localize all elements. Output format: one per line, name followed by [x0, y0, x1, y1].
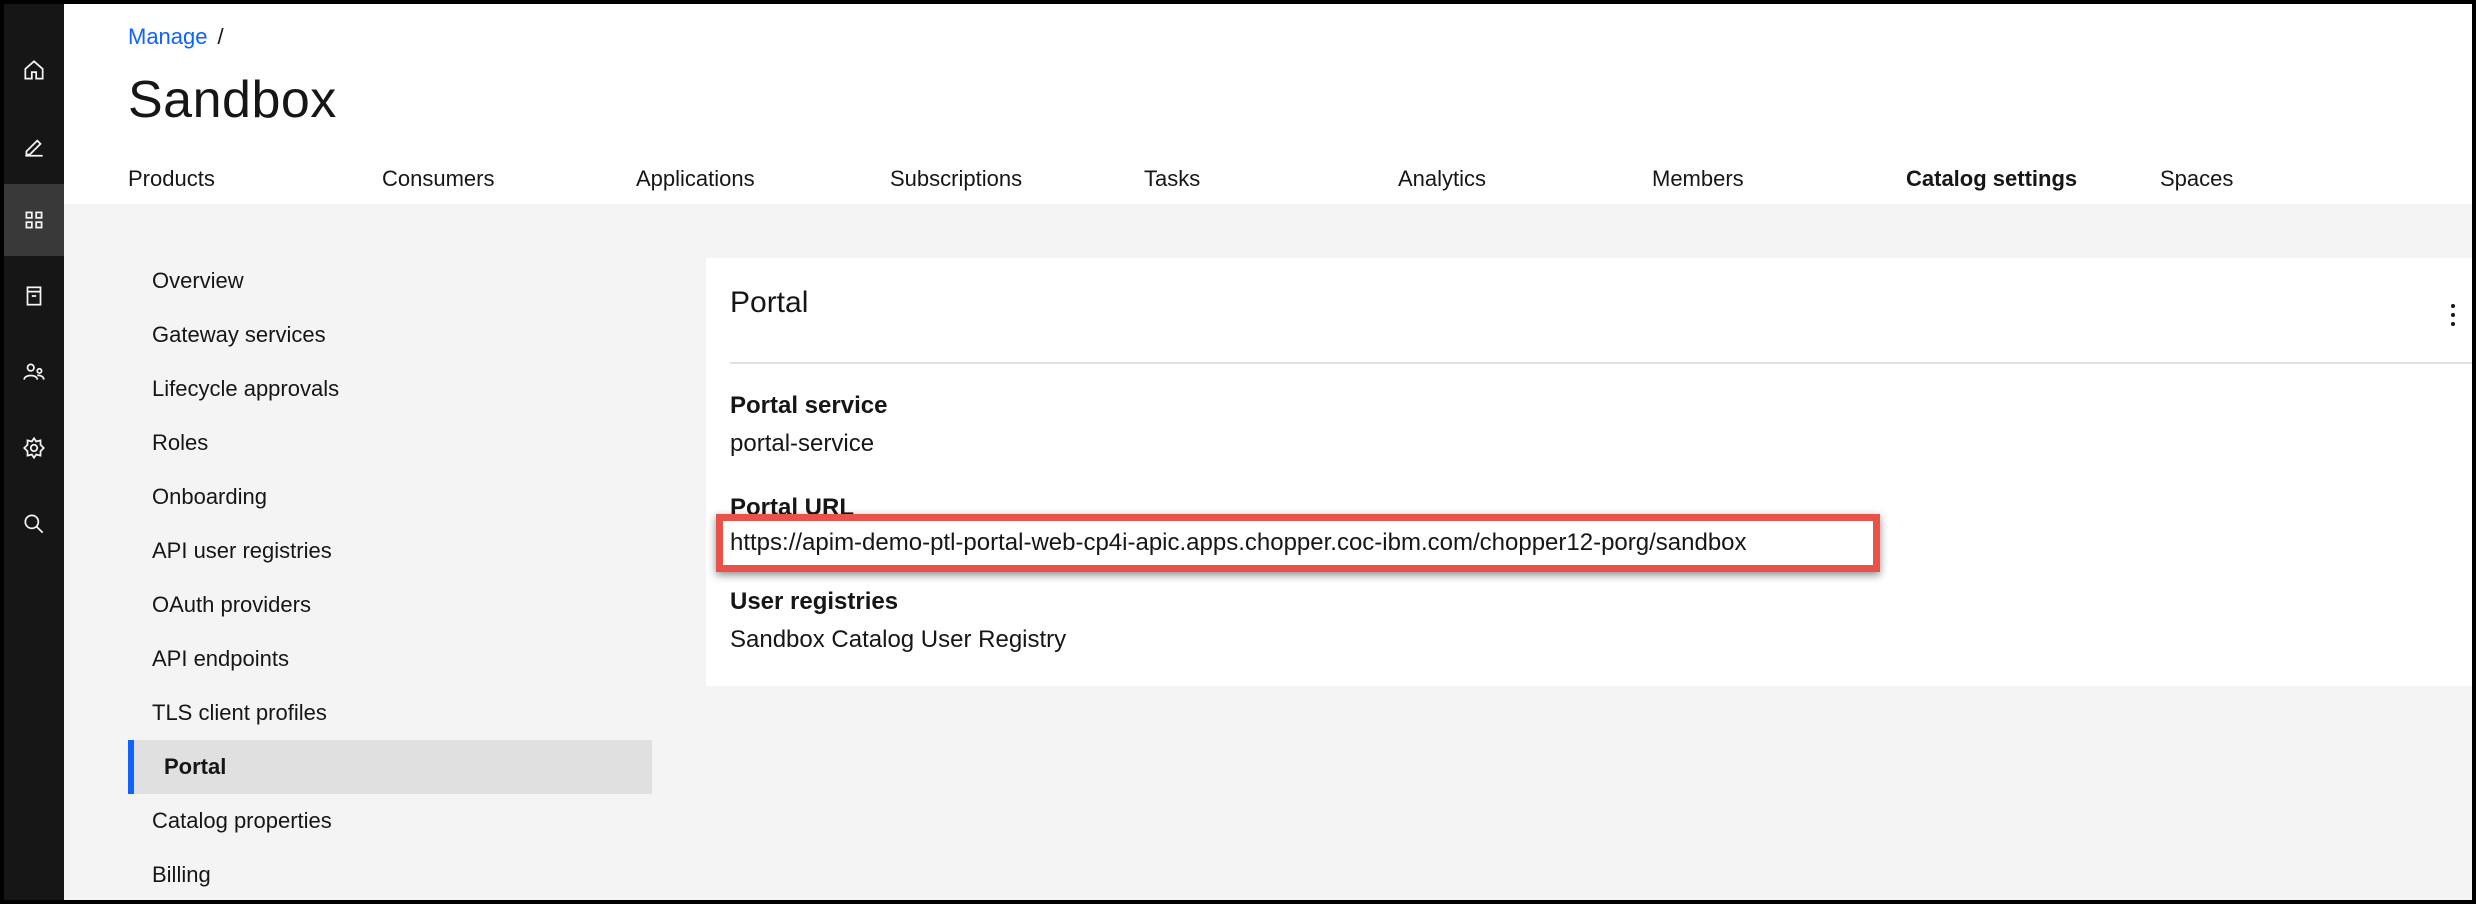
edit-icon[interactable] [4, 110, 64, 182]
page-header: Manage / Sandbox Products Consumers Appl… [64, 4, 2472, 208]
portal-card: Portal Portal service portal-service Por… [706, 258, 2472, 686]
side-item-gateway-services[interactable]: Gateway services [128, 308, 652, 362]
app-window: Manage / Sandbox Products Consumers Appl… [0, 0, 2476, 904]
portal-service-label: Portal service [730, 392, 888, 419]
tab-tasks[interactable]: Tasks [1120, 154, 1374, 208]
user-registries-label: User registries [730, 588, 899, 615]
side-item-tls-client-profiles[interactable]: TLS client profiles [128, 686, 652, 740]
portal-url-value: https://apim-demo-ptl-portal-web-cp4i-ap… [716, 514, 1880, 572]
side-item-onboarding[interactable]: Onboarding [128, 470, 652, 524]
home-icon[interactable] [4, 34, 64, 106]
tab-members[interactable]: Members [1628, 154, 1882, 208]
side-item-overview[interactable]: Overview [128, 254, 652, 308]
user-registries-value: Sandbox Catalog User Registry [730, 626, 1067, 653]
overflow-menu-icon[interactable] [2448, 304, 2458, 326]
side-item-roles[interactable]: Roles [128, 416, 652, 470]
tab-applications[interactable]: Applications [612, 154, 866, 208]
tab-catalog-settings[interactable]: Catalog settings [1882, 154, 2136, 208]
tab-consumers[interactable]: Consumers [358, 154, 612, 208]
breadcrumb-link-manage[interactable]: Manage [128, 24, 208, 50]
side-item-lifecycle-approvals[interactable]: Lifecycle approvals [128, 362, 652, 416]
side-item-billing[interactable]: Billing [128, 848, 652, 900]
main-content: Overview Gateway services Lifecycle appr… [64, 204, 2472, 900]
breadcrumb: Manage / [128, 24, 224, 50]
page-title: Sandbox [128, 71, 337, 129]
settings-icon[interactable] [4, 412, 64, 484]
catalog-tabs: Products Consumers Applications Subscrip… [104, 154, 2390, 208]
portal-service-value: portal-service [730, 430, 875, 457]
side-item-api-endpoints[interactable]: API endpoints [128, 632, 652, 686]
side-item-api-user-registries[interactable]: API user registries [128, 524, 652, 578]
tab-subscriptions[interactable]: Subscriptions [866, 154, 1120, 208]
side-item-catalog-properties[interactable]: Catalog properties [128, 794, 652, 848]
archive-icon[interactable] [4, 260, 64, 332]
side-item-oauth-providers[interactable]: OAuth providers [128, 578, 652, 632]
tab-products[interactable]: Products [104, 154, 358, 208]
card-title: Portal [730, 286, 809, 319]
manage-icon[interactable] [4, 184, 64, 256]
left-nav-rail [4, 4, 64, 900]
divider [730, 362, 2472, 364]
members-icon[interactable] [4, 336, 64, 408]
search-icon[interactable] [4, 488, 64, 560]
tab-analytics[interactable]: Analytics [1374, 154, 1628, 208]
tab-spaces[interactable]: Spaces [2136, 154, 2390, 208]
breadcrumb-separator: / [217, 24, 224, 49]
settings-side-nav: Overview Gateway services Lifecycle appr… [128, 254, 652, 900]
side-item-portal[interactable]: Portal [128, 740, 652, 794]
